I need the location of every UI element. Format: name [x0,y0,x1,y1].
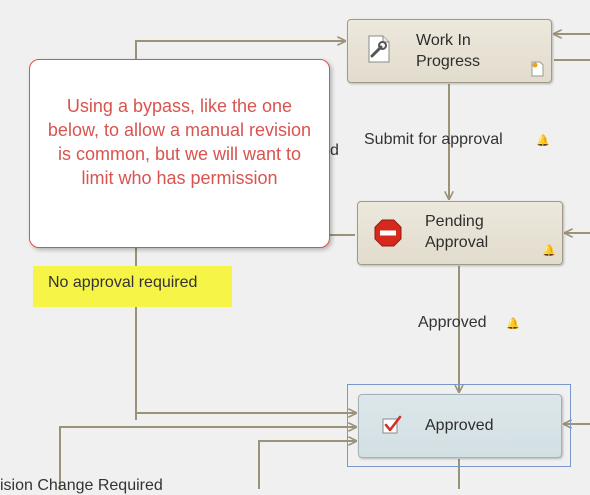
node-label-line1: Work In [416,32,471,49]
node-label: Approved [425,417,494,434]
state-pending-approval[interactable]: Pending Approval 🔔 [357,201,563,265]
bell-icon: 🔔 [506,318,520,330]
document-star-icon [531,61,544,77]
checkbox-checked-icon [382,415,402,434]
node-label-line1: Pending [425,213,484,230]
bell-icon: 🔔 [542,245,556,257]
sticky-note[interactable]: No approval required [33,266,232,307]
edge-label-partial: d [330,142,339,159]
state-work-in-progress[interactable]: Work In Progress [347,19,552,83]
bell-icon: 🔔 [536,135,550,147]
connector-lower-to-approved [258,441,356,489]
sticky-note-text: No approval required [48,274,198,291]
wrench-page-icon [368,35,390,63]
node-label-line2: Progress [416,53,481,70]
edge-label-approved[interactable]: Approved [418,314,487,332]
node-label-line2: Approval [425,234,489,251]
state-approved[interactable]: Approved [358,394,562,458]
edge-label-revision-change-required[interactable]: ision Change Required [0,477,163,495]
edge-label-submit-for-approval[interactable]: Submit for approval [364,131,503,149]
callout-text: Using a bypass, like the one below, to a… [47,96,312,188]
stop-sign-icon [374,219,402,247]
callout-note[interactable]: Using a bypass, like the one below, to a… [29,59,330,248]
